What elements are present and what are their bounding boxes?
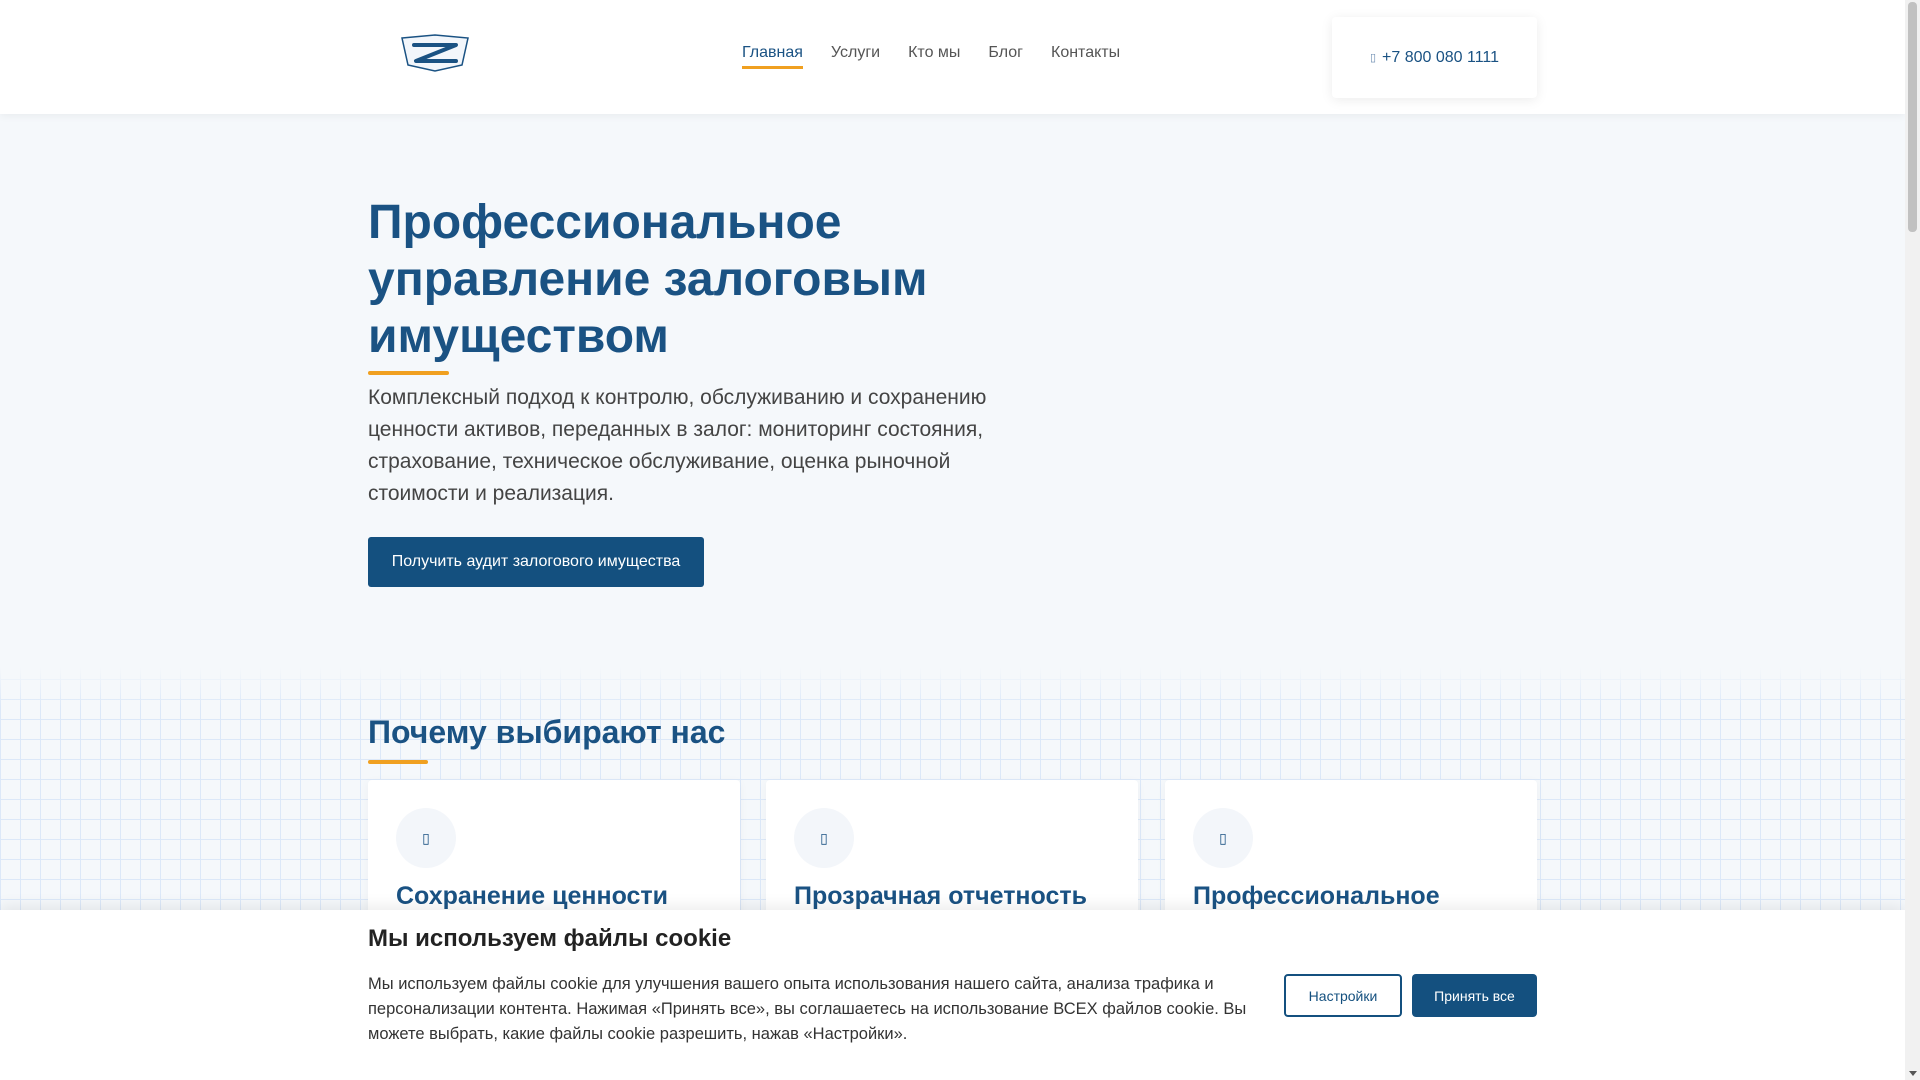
cookie-accept-button[interactable]: Принять все: [1412, 974, 1537, 1017]
cookie-title: Мы используем файлы cookie: [368, 925, 732, 952]
phone-icon: ▯: [1369, 52, 1377, 64]
logo[interactable]: [400, 34, 470, 72]
main-nav: Главная Услуги Кто мы Блог Контакты: [742, 44, 1120, 69]
cookie-text: Мы используем файлы cookie для улучшения…: [368, 975, 1247, 1043]
card-title: Профессиональное: [1193, 882, 1440, 910]
page: Главная Услуги Кто мы Блог Контакты ▯ +7…: [0, 0, 1905, 1080]
hero-text: Комплексный подход к контролю, обслужива…: [368, 386, 987, 505]
card-title: Прозрачная отчетность: [794, 882, 1087, 910]
cookie-banner: Мы используем файлы cookie Мы используем…: [0, 910, 1905, 1080]
site-header: Главная Услуги Кто мы Блог Контакты ▯ +7…: [0, 0, 1905, 114]
nav-contacts[interactable]: Контакты: [1051, 44, 1120, 69]
hero-title: Профессиональное управление залоговым им…: [368, 196, 928, 363]
nav-blog[interactable]: Блог: [988, 44, 1023, 69]
feature-icon: ▯: [396, 808, 456, 868]
audit-cta-button[interactable]: Получить аудит залогового имущества: [368, 537, 704, 587]
scroll-down-icon[interactable]: [1909, 1071, 1917, 1076]
scrollbar[interactable]: [1905, 0, 1920, 1080]
nav-services[interactable]: Услуги: [831, 44, 880, 69]
section-underline: [368, 760, 428, 764]
phone-number: +7 800 080 1111: [1382, 48, 1500, 66]
card-title: Сохранение ценности: [396, 882, 669, 910]
feature-icon: ▯: [794, 808, 854, 868]
section-title: Почему выбирают нас: [368, 714, 726, 750]
feature-icon: ▯: [1193, 808, 1253, 868]
nav-home[interactable]: Главная: [742, 44, 803, 69]
nav-about[interactable]: Кто мы: [908, 44, 960, 69]
phone-button[interactable]: ▯ +7 800 080 1111: [1332, 17, 1537, 98]
cookie-settings-button[interactable]: Настройки: [1284, 974, 1402, 1017]
title-underline: [368, 371, 449, 375]
scrollbar-thumb[interactable]: [1908, 2, 1917, 232]
